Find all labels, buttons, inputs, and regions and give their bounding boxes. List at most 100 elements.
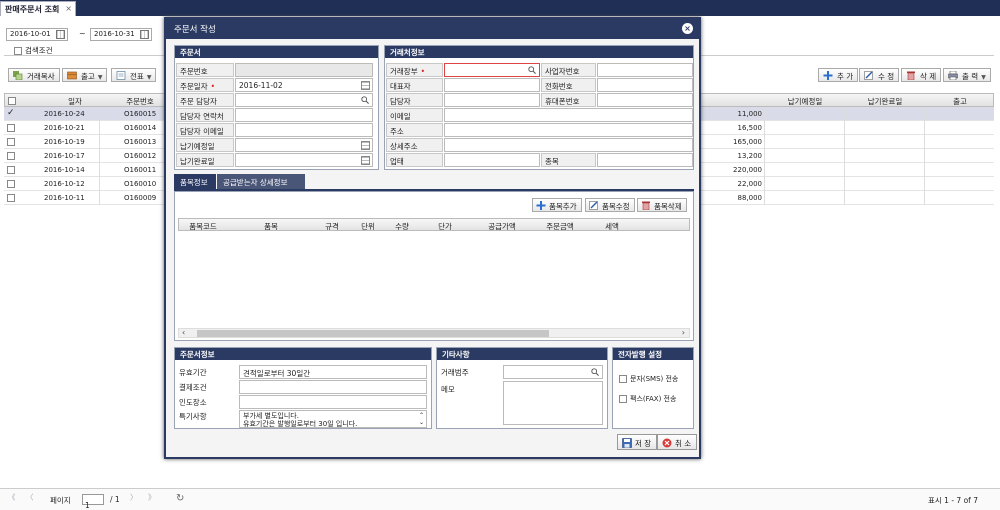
col-unit[interactable]: 단위 [351, 221, 385, 232]
tab-close-icon[interactable]: × [65, 4, 72, 13]
scroll-arrows-icon[interactable]: ⌃ ⌄ [419, 412, 424, 426]
tab-item-info[interactable]: 품목정보 [174, 174, 216, 189]
row-checkbox[interactable] [7, 180, 15, 188]
calendar-icon[interactable] [361, 81, 370, 90]
fax-toggle[interactable]: 팩스(FAX) 전송 [619, 394, 676, 404]
plus-icon [823, 71, 833, 80]
search-icon[interactable] [528, 66, 536, 74]
address-detail-field[interactable] [444, 138, 693, 152]
col-due-plan[interactable]: 납기예정일 [765, 96, 845, 107]
contact-field[interactable] [444, 93, 540, 107]
ceo-field[interactable] [444, 78, 540, 92]
col-tax[interactable]: 세액 [589, 221, 635, 232]
phone-field[interactable] [597, 78, 693, 92]
calendar-icon[interactable] [361, 141, 370, 150]
prev-page-icon[interactable]: 〈 [26, 492, 34, 503]
memo-field[interactable] [503, 381, 603, 425]
date-from-input[interactable]: 2016-10-01 [6, 28, 68, 41]
sms-checkbox[interactable] [619, 375, 627, 383]
bizitem-field[interactable] [597, 153, 693, 167]
tab-sales-order-search[interactable]: 판매주문서 조회 × [0, 1, 76, 16]
order-no-field [235, 63, 373, 77]
search-icon[interactable] [591, 368, 599, 376]
row-checkbox[interactable] [7, 194, 15, 202]
notes-field[interactable]: 부가세 별도입니다. 유효기간은 발행일로부터 30일 입니다. ⌃ ⌄ [239, 410, 427, 428]
search-condition-checkbox[interactable] [14, 47, 22, 55]
payment-field[interactable] [239, 380, 427, 394]
horizontal-scrollbar[interactable]: ‹ › [178, 328, 690, 338]
bizno-field[interactable] [597, 63, 693, 77]
sms-toggle[interactable]: 문자(SMS) 전송 [619, 374, 678, 384]
col-order-amount[interactable]: 주문금액 [533, 221, 587, 232]
search-condition-label: 검색조건 [25, 46, 53, 55]
select-all-checkbox[interactable] [8, 97, 16, 105]
col-unit-price[interactable]: 단가 [419, 221, 471, 232]
col-item-name[interactable]: 품목 [227, 221, 315, 232]
fax-checkbox[interactable] [619, 395, 627, 403]
ledger-field[interactable] [444, 63, 540, 77]
next-page-icon[interactable]: 〉 [130, 492, 138, 503]
edit-button[interactable]: 수 정 [859, 68, 900, 82]
first-page-icon[interactable]: 《 [8, 492, 16, 503]
due-done-field[interactable] [235, 153, 373, 167]
refresh-icon[interactable]: ↻ [176, 493, 184, 504]
copy-transaction-button[interactable]: 거래복사 [8, 68, 60, 82]
chevron-down-icon: ▼ [981, 74, 986, 81]
order-info-section: 주문서정보 유효기간 견적일로부터 30일간 결제조건 인도장소 특기사항 부가… [174, 347, 432, 429]
cell-date: 2016-10-24 [44, 110, 85, 118]
last-page-icon[interactable]: 》 [148, 492, 156, 503]
column-divider [764, 107, 765, 205]
biztype-field[interactable] [444, 153, 540, 167]
add-button[interactable]: 추 가 [818, 68, 859, 82]
row-checkbox[interactable] [7, 124, 15, 132]
category-field[interactable] [503, 365, 603, 379]
close-icon[interactable]: × [682, 23, 693, 34]
email-row: 이메일 [386, 108, 694, 122]
calendar-icon[interactable] [56, 30, 65, 39]
address-label: 주소 [386, 123, 443, 137]
col-item-code[interactable]: 품목코드 [179, 221, 227, 232]
email-field[interactable] [444, 108, 693, 122]
app-tab-bar: 판매주문서 조회 × [0, 0, 1000, 16]
page-input[interactable]: 1 [82, 494, 104, 510]
add-item-button[interactable]: 품목추가 [532, 198, 582, 212]
calendar-icon[interactable] [361, 156, 370, 165]
order-date-field[interactable]: 2016-11-02 [235, 78, 373, 92]
calendar-icon[interactable] [140, 30, 149, 39]
col-supply-amount[interactable]: 공급가액 [471, 221, 533, 232]
validity-field[interactable]: 견적일로부터 30일간 [239, 365, 427, 379]
manager-contact-field[interactable] [235, 108, 373, 122]
mobile-field[interactable] [597, 93, 693, 107]
ship-button[interactable]: 출고 ▼ [62, 68, 108, 82]
row-checkbox[interactable] [7, 138, 15, 146]
save-button[interactable]: 저 장 [617, 434, 658, 450]
row-checkbox[interactable] [7, 166, 15, 174]
manager-email-field[interactable] [235, 123, 373, 137]
cancel-button[interactable]: 취 소 [657, 434, 698, 450]
scrollbar-thumb[interactable] [197, 330, 549, 337]
scroll-right-icon[interactable]: › [682, 328, 685, 337]
col-qty[interactable]: 수량 [385, 221, 419, 232]
delete-button[interactable]: 삭 제 [901, 68, 942, 82]
manager-field[interactable] [235, 93, 373, 107]
document-icon [116, 71, 126, 80]
slip-button[interactable]: 전표 ▼ [111, 68, 157, 82]
delete-item-button[interactable]: 품목삭제 [637, 198, 687, 212]
delivery-field[interactable] [239, 395, 427, 409]
date-to-input[interactable]: 2016-10-31 [90, 28, 152, 41]
col-spec[interactable]: 규격 [315, 221, 349, 232]
col-ship[interactable]: 출고 [925, 96, 995, 107]
biztype-label: 업태 [386, 153, 443, 167]
edit-item-button[interactable]: 품목수정 [585, 198, 635, 212]
save-icon [622, 438, 632, 448]
due-plan-field[interactable] [235, 138, 373, 152]
row-checkbox[interactable] [7, 152, 15, 160]
order-section-header: 주문서 [175, 46, 378, 58]
print-button[interactable]: 출 력 ▼ [943, 68, 991, 82]
search-icon[interactable] [361, 96, 369, 104]
address-field[interactable] [444, 123, 693, 137]
row-checkbox[interactable]: ✓ [7, 108, 15, 118]
tab-recipient-detail[interactable]: 공급받는자 상세정보 [217, 174, 305, 189]
scroll-left-icon[interactable]: ‹ [182, 328, 185, 337]
col-due-done[interactable]: 납기완료일 [845, 96, 925, 107]
